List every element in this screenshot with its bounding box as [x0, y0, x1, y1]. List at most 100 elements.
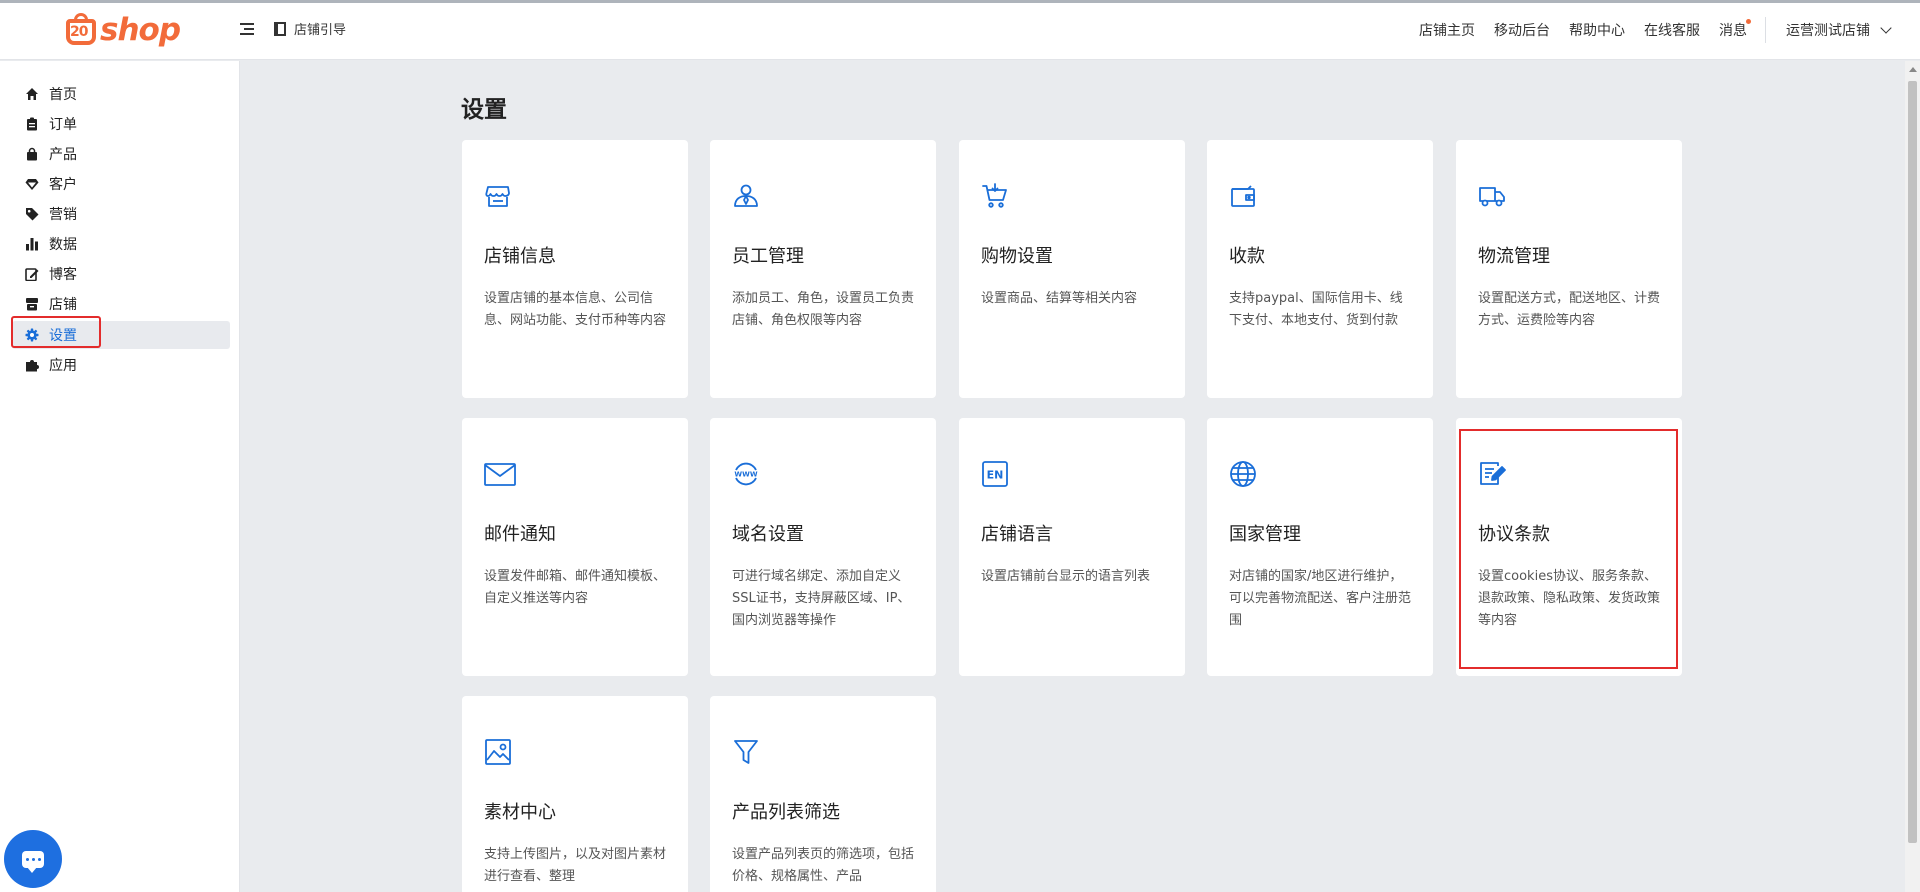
card-description: 设置产品列表页的筛选项，包括价格、规格属性、产品	[732, 847, 915, 884]
card-title: 物流管理	[1478, 246, 1550, 267]
filter-icon	[732, 738, 760, 766]
sidebar-item-blog[interactable]: 博客	[12, 260, 230, 288]
sidebar-item-orders[interactable]: 订单	[12, 110, 230, 138]
clipboard-icon	[25, 117, 39, 131]
edit-icon	[25, 267, 39, 281]
card-title: 店铺语言	[981, 524, 1053, 545]
sidebar-item-products[interactable]: 产品	[12, 140, 230, 168]
sidebar-item-label: 首页	[49, 87, 77, 103]
settings-card-store-info[interactable]: 店铺信息 设置店铺的基本信息、公司信息、网站功能、支付币种等内容	[462, 140, 688, 398]
settings-highlight-box	[11, 316, 101, 348]
bar-chart-icon	[25, 237, 39, 251]
sidebar-item-label: 数据	[49, 237, 77, 253]
diamond-icon	[25, 177, 39, 191]
card-title: 产品列表筛选	[732, 802, 840, 823]
globe-icon	[1229, 460, 1257, 488]
card-title: 素材中心	[484, 802, 556, 823]
top-nav: 店铺主页 移动后台 帮助中心 在线客服 消息 运营测试店铺	[1419, 17, 1920, 43]
store-guide-label: 店铺引导	[294, 23, 347, 38]
page-scrollbar[interactable]	[1905, 61, 1920, 892]
chat-bubble-icon	[22, 850, 44, 873]
messages-label: 消息	[1719, 23, 1747, 39]
sidebar-item-marketing[interactable]: 营销	[12, 200, 230, 228]
nav-help-center[interactable]: 帮助中心	[1569, 20, 1625, 40]
policies-highlight-box	[1459, 429, 1678, 669]
store-switcher[interactable]: 运营测试店铺	[1786, 20, 1892, 40]
brand-logo[interactable]: 20 shop	[64, 12, 181, 48]
settings-card-payments[interactable]: 收款 支持paypal、国际信用卡、线下支付、本地支付、货到付款	[1207, 140, 1433, 398]
scroll-up-icon[interactable]	[1909, 67, 1917, 72]
card-title: 收款	[1229, 246, 1265, 267]
sidebar-item-store[interactable]: 店铺	[12, 290, 230, 318]
settings-card-domain[interactable]: WWW 域名设置 可进行域名绑定、添加自定义SSL证书，支持屏蔽区域、IP、国内…	[710, 418, 936, 676]
top-header: 20 shop 店铺引导 店铺主页 移动后台 帮助中心 在线客服 消息 运营测试…	[0, 3, 1920, 60]
sidebar: 首页 订单 产品 客户 营销 数据 博客 店铺 设置 应用	[0, 61, 240, 892]
nav-store-home[interactable]: 店铺主页	[1419, 20, 1475, 40]
settings-card-countries[interactable]: 国家管理 对店铺的国家/地区进行维护，可以完善物流配送、客户注册范围	[1207, 418, 1433, 676]
sidebar-item-customers[interactable]: 客户	[12, 170, 230, 198]
chat-support-button[interactable]	[4, 830, 62, 888]
card-description: 设置店铺的基本信息、公司信息、网站功能、支付币种等内容	[484, 291, 667, 328]
settings-card-email[interactable]: 邮件通知 设置发件邮箱、邮件通知模板、自定义推送等内容	[462, 418, 688, 676]
storefront-icon	[484, 182, 512, 210]
card-description: 设置商品、结算等相关内容	[981, 291, 1138, 306]
card-description: 添加员工、角色，设置员工负责店铺、角色权限等内容	[732, 291, 915, 328]
logo-bag-icon: 20	[64, 13, 102, 47]
card-description: 对店铺的国家/地区进行维护，可以完善物流配送、客户注册范围	[1229, 569, 1412, 628]
nav-online-support[interactable]: 在线客服	[1644, 20, 1700, 40]
book-icon	[274, 21, 286, 36]
card-title: 店铺信息	[484, 246, 556, 267]
bag-icon	[25, 147, 39, 161]
sidebar-item-label: 应用	[49, 358, 77, 374]
mail-icon	[484, 460, 516, 488]
svg-text:WWW: WWW	[734, 471, 757, 479]
staff-icon	[732, 182, 760, 210]
nav-divider	[1765, 17, 1766, 43]
language-icon: EN	[981, 460, 1009, 488]
sidebar-item-home[interactable]: 首页	[12, 80, 230, 108]
card-title: 国家管理	[1229, 524, 1301, 545]
card-title: 域名设置	[732, 524, 804, 545]
card-description: 设置店铺前台显示的语言列表	[981, 569, 1151, 584]
image-icon	[484, 738, 512, 766]
home-icon	[25, 87, 39, 101]
settings-card-logistics[interactable]: 物流管理 设置配送方式，配送地区、计费方式、运费险等内容	[1456, 140, 1682, 398]
svg-text:EN: EN	[987, 469, 1004, 482]
card-title: 员工管理	[732, 246, 804, 267]
sidebar-item-label: 店铺	[49, 297, 77, 313]
sidebar-item-data[interactable]: 数据	[12, 230, 230, 258]
store-guide-link[interactable]: 店铺引导	[274, 19, 346, 38]
sidebar-item-label: 博客	[49, 267, 77, 283]
chevron-down-icon	[1880, 21, 1892, 34]
sidebar-item-label: 客户	[49, 177, 77, 193]
truck-icon	[1478, 182, 1506, 210]
wallet-icon	[1229, 182, 1257, 210]
card-description: 设置发件邮箱、邮件通知模板、自定义推送等内容	[484, 569, 667, 606]
card-title: 邮件通知	[484, 524, 556, 545]
card-description: 支持paypal、国际信用卡、线下支付、本地支付、货到付款	[1229, 291, 1403, 328]
settings-card-language[interactable]: EN 店铺语言 设置店铺前台显示的语言列表	[959, 418, 1185, 676]
sidebar-item-label: 订单	[49, 117, 77, 133]
page-title: 设置	[461, 97, 507, 123]
card-description: 设置配送方式，配送地区、计费方式、运费险等内容	[1478, 291, 1661, 328]
sidebar-item-label: 产品	[49, 147, 77, 163]
card-description: 可进行域名绑定、添加自定义SSL证书，支持屏蔽区域、IP、国内浏览器等操作	[732, 569, 911, 628]
settings-card-media[interactable]: 素材中心 支持上传图片，以及对图片素材进行查看、整理	[462, 696, 688, 892]
sidebar-item-apps[interactable]: 应用	[12, 351, 230, 379]
cart-icon	[981, 182, 1009, 210]
store-icon	[25, 297, 39, 311]
menu-toggle-icon[interactable]	[240, 23, 254, 35]
puzzle-icon	[25, 358, 39, 372]
www-icon: WWW	[732, 460, 760, 488]
messages-link[interactable]: 消息	[1719, 19, 1751, 40]
settings-card-shopping[interactable]: 购物设置 设置商品、结算等相关内容	[959, 140, 1185, 398]
card-title: 购物设置	[981, 246, 1053, 267]
logo-text: shop	[100, 12, 181, 48]
tag-icon	[25, 207, 39, 221]
nav-mobile-admin[interactable]: 移动后台	[1494, 20, 1550, 40]
settings-card-staff[interactable]: 员工管理 添加员工、角色，设置员工负责店铺、角色权限等内容	[710, 140, 936, 398]
sidebar-item-label: 营销	[49, 207, 77, 223]
settings-card-product-filter[interactable]: 产品列表筛选 设置产品列表页的筛选项，包括价格、规格属性、产品	[710, 696, 936, 892]
scrollbar-thumb[interactable]	[1908, 81, 1917, 843]
card-description: 支持上传图片，以及对图片素材进行查看、整理	[484, 847, 667, 884]
